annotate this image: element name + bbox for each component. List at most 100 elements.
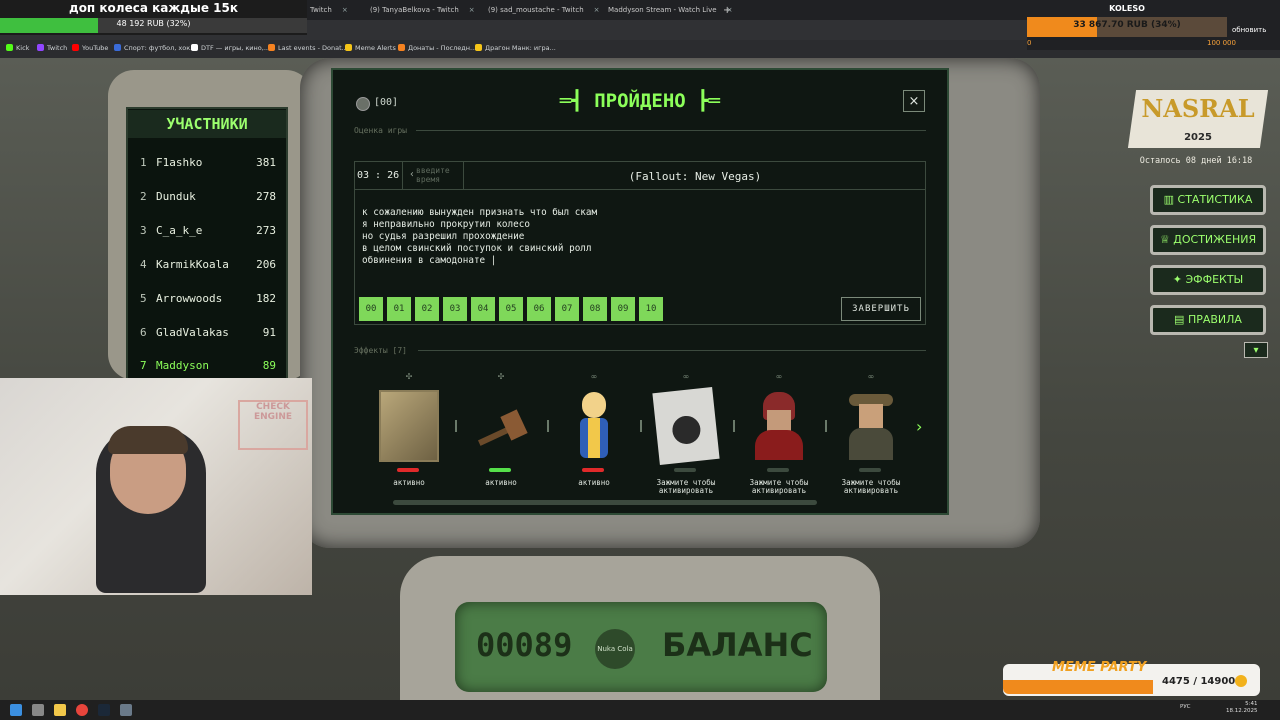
chrome-icon[interactable] — [76, 704, 88, 716]
status-led — [674, 468, 696, 472]
status-led — [859, 468, 881, 472]
finish-button[interactable]: ЗАВЕРШИТЬ — [841, 297, 921, 321]
tab-maddyson[interactable]: Maddyson Stream - Watch Live × — [608, 3, 732, 18]
rules-button[interactable]: ▤ ПРАВИЛА — [1150, 305, 1266, 335]
tab-tanyabelkova[interactable]: (9) TanyaBelkova - Twitch × — [370, 3, 475, 18]
close-tab-icon[interactable]: × — [594, 6, 600, 14]
participant-name: KarmikKoala — [156, 258, 229, 271]
participant-row[interactable]: 4 KarmikKoala 206 — [134, 249, 282, 279]
status-led — [582, 468, 604, 472]
rating-button-03[interactable]: 03 — [443, 297, 467, 321]
effect-card[interactable]: ∞ Зажмите чтобы активировать — [831, 372, 911, 495]
star-icon: ✦ — [1172, 273, 1186, 286]
close-tab-icon[interactable]: × — [342, 6, 348, 14]
participant-row[interactable]: 6 GladValakas 91 — [134, 317, 282, 347]
participant-row[interactable]: 3 C_a_k_e 273 — [134, 215, 282, 245]
participant-rank: 5 — [140, 292, 147, 305]
rating-button-00[interactable]: 00 — [359, 297, 383, 321]
participant-score: 206 — [256, 258, 276, 271]
participants-header: УЧАСТНИКИ — [128, 110, 286, 138]
participant-name: Arrowwoods — [156, 292, 223, 305]
effects-section-label: Эффекты [7] — [354, 346, 407, 355]
ranger-icon — [841, 390, 901, 462]
bookmark-donat[interactable]: Last events - Donat... — [268, 44, 348, 52]
participant-row[interactable]: 1 F1ashko 381 — [134, 147, 282, 177]
rating-button-08[interactable]: 08 — [583, 297, 607, 321]
participant-score: 273 — [256, 224, 276, 237]
language-indicator[interactable]: РУС — [1180, 704, 1191, 710]
logo: NASRAL — [1141, 94, 1255, 123]
effect-card[interactable]: ∞ Зажмите чтобы активировать — [739, 372, 819, 495]
review-line: обвинения в самодонате | — [362, 255, 497, 266]
wasteland-book-icon — [652, 387, 720, 465]
achievements-label: ДОСТИЖЕНИЯ — [1173, 233, 1257, 246]
donaty-icon — [398, 44, 405, 51]
close-tab-icon[interactable]: × — [469, 6, 475, 14]
tab-twitch[interactable]: Twitch × — [310, 3, 348, 18]
bookmark-meme-alerts[interactable]: Meme Alerts — [345, 44, 396, 52]
koleso-title: KOLESO — [1109, 4, 1145, 13]
bookmark-dragon[interactable]: Драгон Манк: игра... — [475, 44, 556, 52]
coin-icon — [1235, 675, 1247, 687]
gavel-icon — [471, 390, 531, 462]
rating-button-05[interactable]: 05 — [499, 297, 523, 321]
effect-card[interactable]: ✣ активно — [369, 372, 449, 492]
review-line: но судья разрешил прохождение — [362, 231, 525, 242]
youtube-icon — [72, 44, 79, 51]
participant-name: C_a_k_e — [156, 224, 203, 237]
chart-icon: ▥ — [1163, 193, 1178, 206]
windows-start-icon[interactable] — [10, 704, 22, 716]
effects-next-button[interactable]: › — [916, 417, 922, 436]
participant-row[interactable]: 2 Dunduk 278 — [134, 181, 282, 211]
effect-card[interactable]: ∞ Зажмите чтобы активировать — [646, 372, 726, 495]
participant-name: F1ashko — [156, 156, 203, 169]
effect-card[interactable]: ∞ активно — [554, 372, 634, 492]
clock[interactable]: 5:41 18.12.2025 — [1226, 701, 1258, 715]
rules-label: ПРАВИЛА — [1187, 313, 1242, 326]
effects-scrollbar[interactable] — [393, 500, 817, 505]
update-button[interactable]: обновить — [1232, 26, 1266, 34]
yandex-icon[interactable] — [32, 704, 44, 716]
close-button[interactable]: × — [903, 90, 925, 112]
link-icon: ∞ — [590, 372, 598, 381]
app-icon[interactable] — [120, 704, 132, 716]
rating-button-01[interactable]: 01 — [387, 297, 411, 321]
bookmark-youtube[interactable]: YouTube — [72, 44, 108, 52]
chevron-left-icon: ‹ — [409, 169, 416, 180]
participant-rank: 2 — [140, 190, 147, 203]
rating-button-02[interactable]: 02 — [415, 297, 439, 321]
koleso-progress-text: 33 867.70 RUB (34%) — [1073, 20, 1181, 30]
chevron-down-icon[interactable]: ▾ — [1244, 342, 1268, 358]
participant-name: Dunduk — [156, 190, 196, 203]
new-tab-button[interactable]: + — [723, 3, 731, 18]
participant-row-current[interactable]: 7 Maddyson 89 — [134, 350, 282, 380]
bookmark-twitch[interactable]: Twitch — [37, 44, 67, 52]
rating-button-04[interactable]: 04 — [471, 297, 495, 321]
dtf-icon — [191, 44, 198, 51]
check-engine-sign: CHECK ENGINE — [238, 400, 308, 450]
participant-rank: 3 — [140, 224, 147, 237]
rating-button-09[interactable]: 09 — [611, 297, 635, 321]
rating-button-10[interactable]: 10 — [639, 297, 663, 321]
explorer-icon[interactable] — [54, 704, 66, 716]
statistics-button[interactable]: ▥ СТАТИСТИКА — [1150, 185, 1266, 215]
time-input[interactable]: ‹ введите время — [409, 164, 464, 188]
effect-card[interactable]: ✣ активно — [461, 372, 541, 492]
tab-sad-moustache[interactable]: (9) sad_moustache - Twitch × — [488, 3, 600, 18]
bookmark-kick[interactable]: Kick — [6, 44, 29, 52]
achievements-button[interactable]: ♕ ДОСТИЖЕНИЯ — [1150, 225, 1266, 255]
twitch-icon — [37, 44, 44, 51]
participant-row[interactable]: 5 Arrowwoods 182 — [134, 283, 282, 313]
steam-icon[interactable] — [98, 704, 110, 716]
rating-button-06[interactable]: 06 — [527, 297, 551, 321]
bookmark-donaty[interactable]: Донаты - Последн... — [398, 44, 476, 52]
logo-year: 2025 — [1184, 132, 1212, 143]
balance-label: БАЛАНС — [662, 626, 813, 664]
bookmark-dtf[interactable]: DTF — игры, кино,... — [191, 44, 270, 52]
effects-button[interactable]: ✦ ЭФФЕКТЫ — [1150, 265, 1266, 295]
review-line: в целом свинский поступок и свинский рол… — [362, 243, 592, 254]
pin-icon: ✣ — [405, 372, 413, 381]
bookmark-sport[interactable]: Спорт: футбол, хок... — [114, 44, 196, 52]
review-line: к сожалению вынужден признать что был ск… — [362, 207, 598, 218]
rating-button-07[interactable]: 07 — [555, 297, 579, 321]
